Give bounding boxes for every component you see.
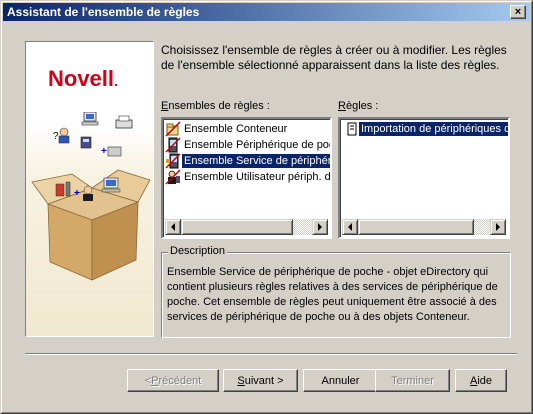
rules-listbox[interactable]: + Importation de périphériques de poche xyxy=(338,117,510,239)
rules-label: Règles : xyxy=(338,100,379,112)
rules-hscrollbar[interactable] xyxy=(342,219,506,235)
user-help-icon: ? xyxy=(53,127,70,144)
ruleset-item-label: Ensemble Utilisateur périph. de poche xyxy=(184,171,331,183)
intro-text: Choisissez l'ensemble de règles à créer … xyxy=(161,43,507,72)
scroll-right-button[interactable] xyxy=(312,219,328,235)
description-text: Ensemble Service de périphérique de poch… xyxy=(167,266,498,323)
rulesets-hscrollbar[interactable] xyxy=(165,219,328,235)
box-computer-icon xyxy=(101,177,121,193)
title-bar[interactable]: Assistant de l'ensemble de règles × xyxy=(3,3,530,21)
finish-button[interactable]: Terminer xyxy=(375,369,450,392)
ruleset-item-label: Ensemble Périphérique de poche xyxy=(184,139,332,151)
svg-text:+: + xyxy=(342,121,347,131)
computer-icon xyxy=(81,112,99,126)
close-button[interactable]: × xyxy=(510,5,526,19)
wizard-illustration: Novell. ? + + xyxy=(25,41,154,337)
button-separator xyxy=(25,353,517,355)
description-group: Description Ensemble Service de périphér… xyxy=(161,245,511,338)
printer-icon xyxy=(115,115,133,129)
import-rule-icon: + xyxy=(342,121,359,137)
add-device-icon: + xyxy=(101,146,122,157)
ruleset-item[interactable]: Ensemble Utilisateur périph. de poche xyxy=(165,169,331,185)
scroll-thumb[interactable] xyxy=(358,219,474,235)
rulesets-label: Ensembles de règles : xyxy=(161,100,270,112)
ruleset-item-label: Ensemble Service de périphérique de poch… xyxy=(182,154,330,168)
ruleset-item[interactable]: Ensemble Conteneur xyxy=(165,121,289,137)
help-button[interactable]: Aide xyxy=(455,369,507,392)
tools-icon xyxy=(55,181,71,197)
phone-icon xyxy=(80,136,92,149)
arrow-left-icon xyxy=(348,223,352,231)
box-illustration-icon: ? + + xyxy=(31,112,151,281)
scroll-right-button[interactable] xyxy=(490,219,506,235)
scroll-left-button[interactable] xyxy=(165,219,181,235)
rule-item-label: Importation de périphériques de poche xyxy=(359,122,508,136)
arrow-left-icon xyxy=(171,223,175,231)
ruleset-item[interactable]: Ensemble Périphérique de poche xyxy=(165,137,332,153)
next-button[interactable]: Suivant > xyxy=(223,369,298,392)
description-legend: Description xyxy=(168,245,228,257)
arrow-right-icon xyxy=(318,223,322,231)
ruleset-item[interactable]: Ensemble Service de périphérique de poch… xyxy=(165,153,330,169)
ruleset-item-label: Ensemble Conteneur xyxy=(184,123,288,135)
rule-item[interactable]: + Importation de périphériques de poche xyxy=(342,121,508,137)
scroll-left-button[interactable] xyxy=(342,219,358,235)
novell-logo: Novell. xyxy=(48,66,118,91)
svg-text:+: + xyxy=(74,188,80,199)
rulesets-listbox[interactable]: Ensemble Conteneur Ensemble Périphérique … xyxy=(161,117,332,239)
cancel-button[interactable]: Annuler xyxy=(303,369,378,392)
svg-text:?: ? xyxy=(53,131,59,142)
window-title: Assistant de l'ensemble de règles xyxy=(7,5,200,19)
user-device-icon xyxy=(165,169,182,185)
handheld-service-icon xyxy=(165,153,182,169)
scroll-thumb[interactable] xyxy=(181,219,293,235)
svg-text:+: + xyxy=(101,146,107,157)
container-icon xyxy=(165,121,182,137)
handheld-device-icon xyxy=(165,137,182,153)
wizard-window: Assistant de l'ensemble de règles × Nove… xyxy=(0,0,533,414)
arrow-right-icon xyxy=(496,223,500,231)
close-icon: × xyxy=(514,5,522,18)
previous-button[interactable]: < Précédent xyxy=(127,369,219,392)
